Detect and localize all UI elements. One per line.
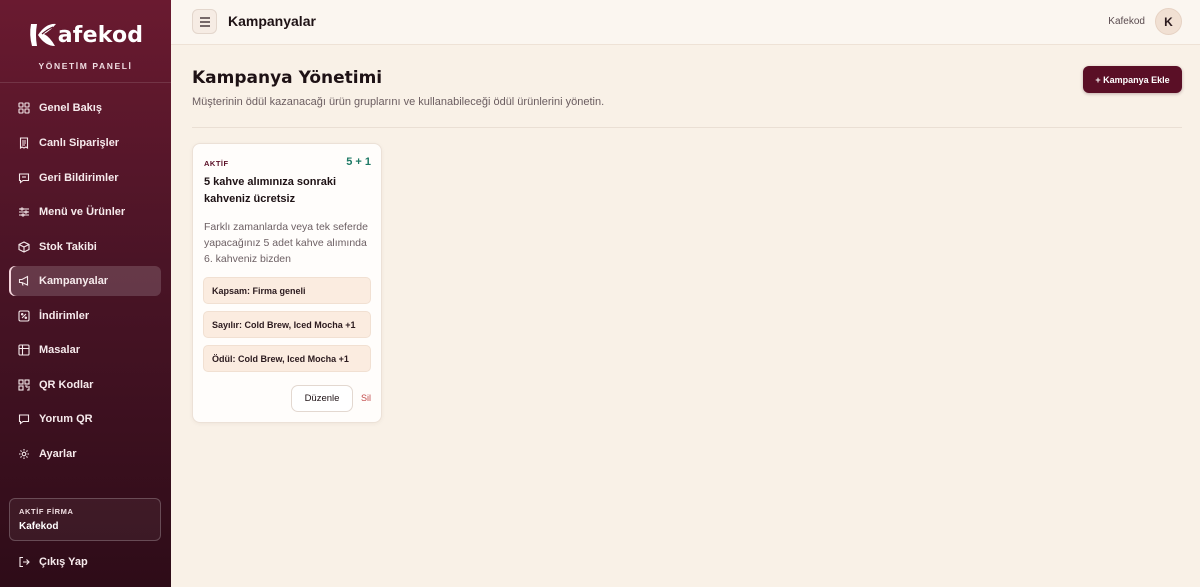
page-description: Müşterinin ödül kazanacağı ürün grupları…	[192, 96, 605, 108]
table-icon	[18, 344, 30, 356]
sidebar-item-menu-ve-urunler[interactable]: Menü ve Ürünler	[9, 197, 161, 227]
user-name: Kafekod	[1108, 16, 1145, 27]
sidebar-item-kampanyalar[interactable]: Kampanyalar	[9, 266, 161, 296]
sidebar-item-label: Canlı Siparişler	[39, 137, 120, 149]
sidebar-item-qr-kodlar[interactable]: QR Kodlar	[9, 370, 161, 400]
sidebar-item-label: Geri Bildirimler	[39, 172, 119, 184]
campaign-card: AKTİF 5 + 1 5 kahve alımınıza sonraki ka…	[192, 143, 382, 423]
delete-campaign-button[interactable]: Sil	[361, 393, 371, 403]
active-firm-box: AKTİF FİRMA Kafekod	[9, 498, 161, 541]
logo[interactable]: afekod	[0, 18, 171, 52]
logout-label: Çıkış Yap	[39, 556, 88, 568]
brand: afekod YÖNETİM PANELİ	[0, 0, 171, 83]
sidebar-item-label: QR Kodlar	[39, 379, 94, 391]
qr-icon	[18, 379, 30, 391]
page-title: Kampanya Yönetimi	[192, 68, 383, 88]
page-header-title: Kampanyalar	[228, 13, 316, 29]
gear-icon	[18, 448, 30, 460]
sidebar-item-label: Yorum QR	[39, 413, 93, 425]
sidebar-item-genel-bakis[interactable]: Genel Bakış	[9, 93, 161, 123]
campaign-rule-badge: 5 + 1	[346, 156, 371, 168]
sidebar-item-ayarlar[interactable]: Ayarlar	[9, 439, 161, 469]
add-campaign-button[interactable]: + Kampanya Ekle	[1083, 66, 1182, 93]
logout-icon	[18, 556, 30, 568]
sidebar: afekod YÖNETİM PANELİ Genel Bakış Canlı …	[0, 0, 171, 587]
sidebar-item-stok-takibi[interactable]: Stok Takibi	[9, 232, 161, 262]
sidebar-item-label: Ayarlar	[39, 448, 77, 460]
discount-icon	[18, 310, 30, 322]
sidebar-item-label: Masalar	[39, 344, 80, 356]
sidebar-item-label: Stok Takibi	[39, 241, 97, 253]
campaign-description: Farklı zamanlarda veya tek seferde yapac…	[204, 221, 368, 265]
active-firm-name: Kafekod	[19, 521, 59, 532]
sidebar-item-yorum-qr[interactable]: Yorum QR	[9, 404, 161, 434]
edit-campaign-button[interactable]: Düzenle	[291, 385, 353, 412]
campaign-title: 5 kahve alımınıza sonraki kahveniz ücret…	[204, 176, 337, 205]
active-firm-label: AKTİF FİRMA	[19, 507, 74, 516]
avatar[interactable]: K	[1155, 8, 1182, 35]
receipt-icon	[18, 137, 30, 149]
sidebar-item-masalar[interactable]: Masalar	[9, 335, 161, 365]
sidebar-item-canli-siparisler[interactable]: Canlı Siparişler	[9, 128, 161, 158]
topbar: Kampanyalar Kafekod K	[171, 0, 1200, 45]
kafekod-logo-icon	[29, 23, 56, 46]
divider	[192, 127, 1182, 128]
sidebar-item-label: Menü ve Ürünler	[39, 206, 126, 218]
brand-name: afekod	[57, 22, 144, 48]
sidebar-item-label: Genel Bakış	[39, 102, 102, 114]
box-icon	[18, 241, 30, 253]
sliders-icon	[18, 206, 30, 218]
campaign-counted-products: Sayılır: Cold Brew, Iced Mocha +1	[203, 311, 371, 338]
logout-button[interactable]: Çıkış Yap	[18, 556, 88, 568]
menu-toggle-button[interactable]	[192, 9, 217, 34]
campaign-reward-products: Ödül: Cold Brew, Iced Mocha +1	[203, 345, 371, 372]
campaign-scope: Kapsam: Firma geneli	[203, 277, 371, 304]
megaphone-icon	[18, 275, 30, 287]
hamburger-icon	[199, 16, 210, 27]
brand-subtitle: YÖNETİM PANELİ	[38, 61, 133, 71]
status-badge: AKTİF	[204, 159, 229, 168]
comment-icon	[18, 413, 30, 425]
sidebar-item-indirimler[interactable]: İndirimler	[9, 301, 161, 331]
message-icon	[18, 172, 30, 184]
sidebar-item-geri-bildirimler[interactable]: Geri Bildirimler	[9, 163, 161, 193]
grid-icon	[18, 102, 30, 114]
sidebar-item-label: İndirimler	[39, 310, 90, 322]
sidebar-item-label: Kampanyalar	[39, 275, 109, 287]
